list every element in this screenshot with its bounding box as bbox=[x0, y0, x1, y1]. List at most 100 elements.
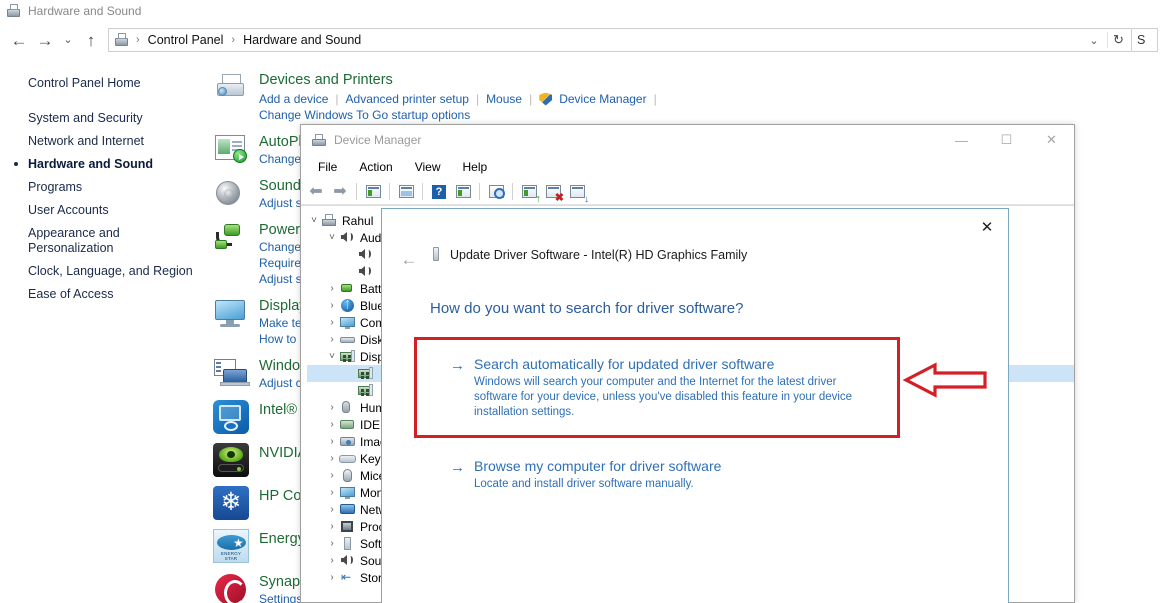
minimize-button[interactable]: — bbox=[939, 125, 984, 155]
chevron-right-icon[interactable]: › bbox=[325, 538, 339, 549]
option-browse-my-computer[interactable]: → Browse my computer for driver software… bbox=[450, 457, 850, 492]
show-hidden-devices-icon[interactable] bbox=[362, 181, 384, 203]
chevron-down-icon[interactable]: ˅ bbox=[325, 232, 339, 243]
install-legacy-device-icon[interactable]: ↓ bbox=[566, 181, 589, 204]
network-icon bbox=[339, 502, 356, 517]
sidebar-item-user-accounts[interactable]: User Accounts bbox=[0, 199, 205, 222]
link-add-a-device[interactable]: Add a device bbox=[259, 91, 328, 107]
chevron-right-icon[interactable]: › bbox=[325, 436, 339, 447]
intel-graphics-icon bbox=[213, 400, 249, 434]
sound-icon bbox=[213, 176, 249, 210]
nvidia-icon bbox=[213, 443, 249, 477]
link-mouse[interactable]: Mouse bbox=[486, 91, 522, 107]
sidebar-item-ease-of-access[interactable]: Ease of Access bbox=[0, 283, 205, 306]
back-button[interactable]: ← bbox=[6, 27, 32, 53]
recent-locations-button[interactable]: ⌄ bbox=[58, 27, 78, 53]
breadcrumb-separator: › bbox=[231, 34, 236, 46]
device-manager-titlebar: Device Manager — ☐ ✕ bbox=[301, 125, 1074, 155]
toolbar-divider bbox=[422, 183, 423, 200]
breadcrumb-hardware-and-sound[interactable]: Hardware and Sound bbox=[239, 31, 365, 49]
chevron-right-icon[interactable]: › bbox=[325, 453, 339, 464]
option-title[interactable]: Search automatically for updated driver … bbox=[474, 355, 882, 373]
printer-icon bbox=[213, 70, 249, 104]
link-divider: | bbox=[653, 92, 657, 106]
screenshot-root: Hardware and Sound ← → ⌄ ↑ › Control Pan… bbox=[0, 0, 1164, 603]
chevron-right-icon[interactable]: › bbox=[325, 504, 339, 515]
maximize-button[interactable]: ☐ bbox=[984, 125, 1029, 155]
up-button[interactable]: ↑ bbox=[78, 27, 104, 53]
menu-help[interactable]: Help bbox=[454, 157, 497, 177]
search-input[interactable]: S bbox=[1132, 28, 1158, 52]
menu-view[interactable]: View bbox=[406, 157, 450, 177]
device-manager-icon bbox=[311, 133, 327, 147]
option-search-automatically[interactable]: → Search automatically for updated drive… bbox=[450, 355, 882, 420]
chevron-down-icon[interactable]: ˅ bbox=[325, 351, 339, 362]
chevron-down-icon[interactable]: ⌄ bbox=[1084, 34, 1104, 47]
chevron-right-icon[interactable]: › bbox=[325, 300, 339, 311]
chevron-right-icon[interactable]: › bbox=[325, 521, 339, 532]
speaker-icon bbox=[357, 264, 374, 279]
forward-icon[interactable]: ➡ bbox=[329, 181, 351, 203]
scan-hardware-icon[interactable] bbox=[485, 181, 507, 203]
hid-icon bbox=[339, 400, 356, 415]
arrow-right-icon: → bbox=[450, 357, 465, 374]
toolbar-divider bbox=[479, 183, 480, 200]
software-device-icon bbox=[339, 536, 356, 551]
menu-action[interactable]: Action bbox=[350, 157, 401, 177]
chevron-right-icon[interactable]: › bbox=[325, 402, 339, 413]
chevron-right-icon[interactable]: › bbox=[325, 487, 339, 498]
chevron-right-icon[interactable]: › bbox=[325, 572, 339, 583]
option-description: Locate and install driver software manua… bbox=[474, 478, 694, 490]
help-icon[interactable]: ? bbox=[428, 181, 450, 203]
autoplay-icon bbox=[213, 132, 249, 166]
console-tree-icon[interactable] bbox=[452, 181, 474, 203]
chevron-right-icon[interactable]: › bbox=[325, 419, 339, 430]
hp-coolsense-icon: ❄ bbox=[213, 486, 249, 520]
dialog-back-button[interactable]: ← bbox=[396, 247, 422, 273]
arrow-right-icon: → bbox=[450, 459, 465, 476]
chevron-down-icon[interactable]: ˅ bbox=[307, 215, 321, 226]
address-bar[interactable]: › Control Panel › Hardware and Sound ⌄ ↻ bbox=[108, 28, 1132, 52]
category-links: Add a device | Advanced printer setup | … bbox=[259, 91, 657, 107]
sidebar-item-appearance-and-personalization[interactable]: Appearance and Personalization bbox=[0, 222, 150, 260]
chevron-right-icon[interactable]: › bbox=[325, 317, 339, 328]
window-controls: — ☐ ✕ bbox=[939, 125, 1074, 155]
link-change-windows-to-go[interactable]: Change Windows To Go startup options bbox=[259, 107, 657, 123]
chevron-right-icon[interactable]: › bbox=[325, 555, 339, 566]
toolbar-divider bbox=[389, 183, 390, 200]
device-manager-toolbar: ⬅ ➡ ? ↑ ✖ ↓ bbox=[301, 179, 1074, 205]
sidebar-item-programs[interactable]: Programs bbox=[0, 176, 205, 199]
display-icon bbox=[213, 296, 249, 330]
dialog-close-button[interactable]: ✕ bbox=[972, 215, 1002, 239]
shield-icon bbox=[539, 92, 553, 106]
bluetooth-icon: ᛏ bbox=[339, 298, 356, 313]
back-icon[interactable]: ⬅ bbox=[305, 181, 327, 203]
device-icon bbox=[430, 247, 442, 262]
sidebar-item-clock-language-region[interactable]: Clock, Language, and Region bbox=[0, 260, 205, 283]
chevron-right-icon[interactable]: › bbox=[325, 470, 339, 481]
refresh-icon[interactable]: ↻ bbox=[1107, 32, 1129, 48]
update-driver-icon[interactable]: ↑ bbox=[518, 181, 541, 204]
sidebar-item-hardware-and-sound[interactable]: Hardware and Sound bbox=[0, 153, 205, 176]
link-device-manager[interactable]: Device Manager bbox=[559, 91, 646, 107]
option-title[interactable]: Browse my computer for driver software bbox=[474, 457, 850, 475]
sidebar-item-network-and-internet[interactable]: Network and Internet bbox=[0, 130, 205, 153]
close-button[interactable]: ✕ bbox=[1029, 125, 1074, 155]
navigation-bar: ← → ⌄ ↑ › Control Panel › Hardware and S… bbox=[0, 22, 1164, 58]
uninstall-device-icon[interactable]: ✖ bbox=[542, 181, 564, 203]
toolbar-divider bbox=[356, 183, 357, 200]
link-advanced-printer-setup[interactable]: Advanced printer setup bbox=[346, 91, 469, 107]
dialog-question: How do you want to search for driver sof… bbox=[430, 300, 744, 317]
speaker-icon bbox=[357, 247, 374, 262]
chevron-right-icon[interactable]: › bbox=[325, 334, 339, 345]
sidebar-item-control-panel-home[interactable]: Control Panel Home bbox=[0, 72, 205, 95]
chevron-right-icon[interactable]: › bbox=[325, 283, 339, 294]
forward-button[interactable]: → bbox=[32, 27, 58, 53]
menu-file[interactable]: File bbox=[309, 157, 346, 177]
synaptics-icon bbox=[213, 572, 249, 603]
breadcrumb-control-panel[interactable]: Control Panel bbox=[144, 31, 228, 49]
sidebar-item-system-and-security[interactable]: System and Security bbox=[0, 107, 205, 130]
category-title[interactable]: Devices and Printers bbox=[259, 72, 657, 89]
option-description: Windows will search your computer and th… bbox=[474, 376, 853, 418]
properties-icon[interactable] bbox=[395, 181, 417, 203]
